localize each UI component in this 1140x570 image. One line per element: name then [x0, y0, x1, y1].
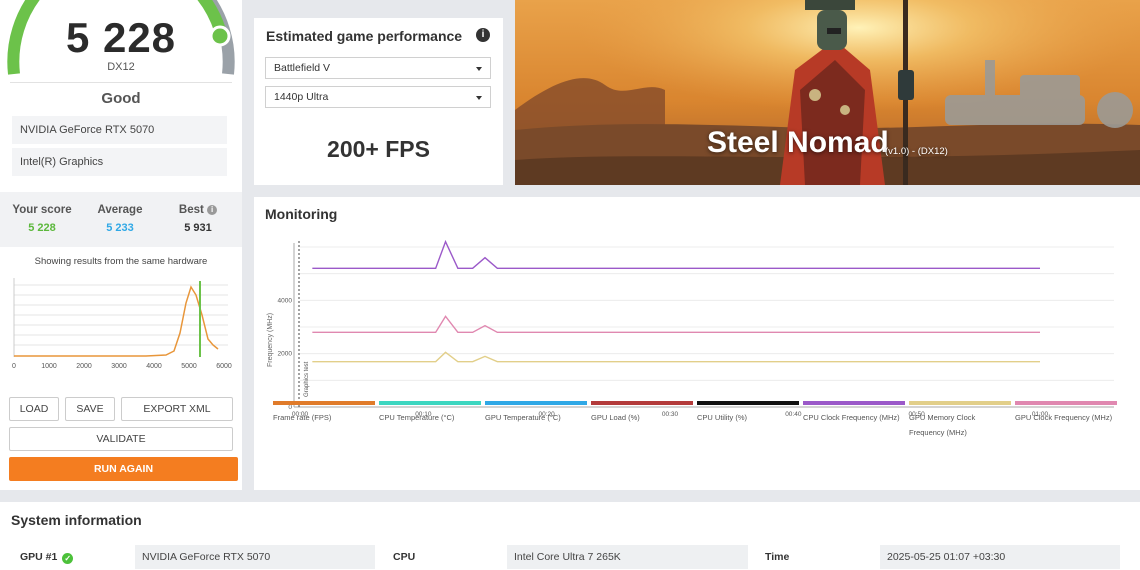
load-button[interactable]: LOAD [9, 397, 59, 421]
legend-label: GPU Load (%) [591, 413, 640, 422]
legend-item[interactable]: CPU Clock Frequency (MHz) [803, 401, 905, 425]
legend-item[interactable]: GPU Load (%) [591, 401, 693, 425]
x-tick-label: 3000 [111, 363, 127, 370]
preset-select[interactable]: 1440p Ultra [265, 86, 491, 108]
legend-swatch [803, 401, 905, 405]
chevron-down-icon [476, 67, 482, 71]
legend-item[interactable]: Frame rate (FPS) [273, 401, 375, 425]
cpu-label: CPU [393, 551, 416, 563]
your-score: Your score 5 228 [2, 204, 82, 234]
legend-label: Frame rate (FPS) [273, 413, 332, 422]
cpu-graphics-box: Intel(R) Graphics [12, 148, 227, 176]
estimated-performance-card: Estimated game performance i Battlefield… [254, 18, 503, 185]
system-info-title: System information [11, 512, 142, 528]
monitoring-chart: Graphics test Frequency (MHz) 020004000 … [267, 239, 1114, 418]
estimated-fps: 200+ FPS [327, 136, 430, 162]
x-tick-label: 0 [12, 363, 16, 370]
legend-label: CPU Temperature (°C) [379, 413, 455, 422]
legend-label: GPU Temperature (°C) [485, 413, 561, 422]
run-again-button[interactable]: RUN AGAIN [9, 457, 238, 481]
average-value: 5 233 [106, 222, 134, 234]
legend-label: CPU Utility (%) [697, 413, 747, 422]
save-button[interactable]: SAVE [65, 397, 115, 421]
legend-label: GPU Memory Clock Frequency (MHz) [909, 413, 976, 437]
best-value: 5 931 [184, 222, 212, 234]
gpu-name-box: NVIDIA GeForce RTX 5070 [12, 116, 227, 144]
series-line [312, 239, 1040, 270]
your-score-label: Your score [12, 204, 72, 216]
graphics-test-label: Graphics test [304, 361, 310, 397]
score-comparison: Your score 5 228 Average 5 233 Best i 5 … [0, 192, 242, 247]
divider [10, 82, 232, 83]
preset-select-value: 1440p Ultra [274, 91, 329, 103]
y-tick-label: 2000 [278, 351, 293, 358]
best-label: Best [178, 204, 204, 216]
legend-swatch [591, 401, 693, 405]
legend-swatch [273, 401, 375, 405]
gpu-label-text: GPU #1 [20, 551, 58, 563]
time-label: Time [765, 551, 790, 563]
estimated-title: Estimated game performance [266, 28, 463, 44]
score-rating: Good [101, 90, 141, 107]
average-label: Average [97, 204, 143, 216]
monitoring-title: Monitoring [265, 206, 338, 222]
same-hardware-note: Showing results from the same hardware [34, 256, 208, 267]
legend-item[interactable]: CPU Utility (%) [697, 401, 799, 425]
legend-item[interactable]: GPU Clock Frequency (MHz) [1015, 401, 1117, 425]
y-tick-label: 4000 [278, 297, 293, 304]
gpu-value: NVIDIA GeForce RTX 5070 [135, 545, 375, 569]
average-score: Average 5 233 [80, 204, 160, 234]
score-value: 5 228 [65, 14, 177, 61]
x-tick-label: 2000 [76, 363, 92, 370]
legend-swatch [909, 401, 1011, 405]
x-tick-label: 4000 [146, 363, 162, 370]
y-axis-label: Frequency (MHz) [267, 313, 274, 367]
score-panel: 5 228 DX12 Good NVIDIA GeForce RTX 5070 … [0, 0, 242, 490]
x-tick-label: 6000 [216, 363, 232, 370]
legend-label: CPU Clock Frequency (MHz) [803, 413, 900, 422]
legend-item[interactable]: CPU Temperature (°C) [379, 401, 481, 425]
legend-swatch [379, 401, 481, 405]
chevron-down-icon [476, 96, 482, 100]
time-value: 2025-05-25 01:07 +03:30 [880, 545, 1120, 569]
legend-label: GPU Clock Frequency (MHz) [1015, 413, 1113, 422]
game-select[interactable]: Battlefield V [265, 57, 491, 79]
cpu-value: Intel Core Ultra 7 265K [507, 545, 748, 569]
legend-item[interactable]: GPU Temperature (°C) [485, 401, 587, 425]
benchmark-banner: Steel Nomad (v1.0) - (DX12) [515, 0, 1140, 185]
x-tick-label: 1000 [41, 363, 57, 370]
validate-button[interactable]: VALIDATE [9, 427, 233, 451]
export-xml-button[interactable]: EXPORT XML [121, 397, 233, 421]
check-icon: ✓ [62, 553, 74, 564]
info-icon[interactable]: i [207, 205, 218, 215]
legend-item[interactable]: GPU Memory Clock Frequency (MHz) [909, 401, 1011, 440]
gpu-label: GPU #1 ✓ [20, 551, 74, 564]
game-select-value: Battlefield V [274, 62, 331, 74]
legend-swatch [1015, 401, 1117, 405]
score-distribution-chart: 0 1000 2000 3000 4000 5000 6000 [12, 278, 232, 370]
info-icon[interactable]: i [476, 28, 490, 42]
system-information: System information GPU #1 ✓ NVIDIA GeFor… [0, 502, 1140, 570]
distribution-line [14, 285, 219, 357]
x-tick-label: 5000 [181, 363, 197, 370]
benchmark-version: (v1.0) - (DX12) [885, 146, 948, 157]
legend-swatch [697, 401, 799, 405]
best-score: Best i 5 931 [158, 204, 238, 234]
monitoring-card: Monitoring Graphics test Frequency (MHz)… [254, 197, 1140, 490]
benchmark-title: Steel Nomad [707, 126, 889, 159]
legend-swatch [485, 401, 587, 405]
api-label: DX12 [107, 61, 135, 73]
your-score-value: 5 228 [28, 222, 56, 234]
series-line [312, 315, 1040, 334]
